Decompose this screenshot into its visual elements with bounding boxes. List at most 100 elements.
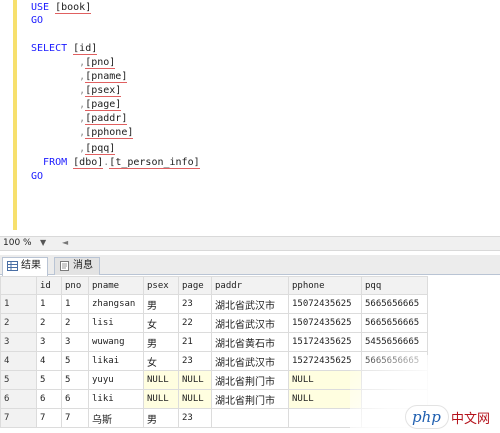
column-header-pphone[interactable]: pphone bbox=[288, 276, 362, 295]
code-line[interactable]: ,[pname] bbox=[31, 70, 128, 84]
grid-cell[interactable]: 1 bbox=[36, 294, 62, 314]
row-number[interactable]: 4 bbox=[0, 351, 37, 371]
code-line[interactable]: FROM [dbo].[t_person_info] bbox=[31, 156, 200, 170]
grid-cell[interactable]: 23 bbox=[178, 408, 212, 428]
grid-cell[interactable]: 5 bbox=[61, 351, 89, 371]
column-header-id[interactable]: id bbox=[36, 276, 62, 295]
zoom-bar: 100 % ▼ ◄ bbox=[0, 236, 500, 251]
grid-cell[interactable]: likai bbox=[88, 351, 144, 371]
grid-cell[interactable]: 23 bbox=[178, 294, 212, 314]
column-header-psex[interactable]: psex bbox=[143, 276, 179, 295]
grid-cell[interactable]: NULL bbox=[178, 370, 212, 390]
row-number[interactable]: 7 bbox=[0, 408, 37, 428]
table-row[interactable]: 3 3 3 wuwang 男 21 湖北省黄石市 15172435625 5455656665 bbox=[0, 332, 428, 352]
table-row[interactable]: 2 2 2 lisi 女 22 湖北省武汉市 15072435625 5665656665 bbox=[0, 313, 428, 333]
grid-cell[interactable]: 湖北省武汉市 bbox=[211, 294, 289, 314]
grid-cell[interactable]: liki bbox=[88, 389, 144, 409]
grid-cell[interactable] bbox=[211, 408, 289, 428]
grid-cell[interactable]: 6 bbox=[61, 389, 89, 409]
code-line[interactable]: ,[pno] bbox=[31, 56, 116, 70]
grid-cell[interactable]: 5455656665 bbox=[361, 332, 428, 352]
grid-cell[interactable]: wuwang bbox=[88, 332, 144, 352]
grid-cell[interactable]: 3 bbox=[61, 332, 89, 352]
grid-cell[interactable]: 15072435625 bbox=[288, 294, 362, 314]
grid-cell[interactable]: 女 bbox=[143, 351, 179, 371]
grid-cell[interactable]: 5 bbox=[36, 370, 62, 390]
grid-cell[interactable]: 湖北省荆门市 bbox=[211, 389, 289, 409]
code-line[interactable]: ,[psex] bbox=[31, 84, 122, 98]
row-number[interactable]: 5 bbox=[0, 370, 37, 390]
sql-identifier: [t_person_info] bbox=[109, 157, 200, 169]
code-line[interactable]: ,[paddr] bbox=[31, 112, 128, 126]
grid-cell[interactable]: 湖北省武汉市 bbox=[211, 351, 289, 371]
scroll-left-icon[interactable]: ◄ bbox=[62, 238, 68, 247]
grid-cell[interactable]: 23 bbox=[178, 351, 212, 371]
grid-icon bbox=[7, 261, 18, 271]
table-row[interactable]: 1 1 1 zhangsan 男 23 湖北省武汉市 15072435625 566565666… bbox=[0, 294, 428, 314]
grid-cell[interactable]: 3 bbox=[36, 332, 62, 352]
tab-results[interactable]: 结果 bbox=[2, 257, 48, 276]
sql-identifier: [pno] bbox=[85, 57, 116, 69]
grid-cell[interactable]: yuyu bbox=[88, 370, 144, 390]
grid-cell[interactable]: 2 bbox=[61, 313, 89, 333]
sql-editor[interactable]: USE [book] GO SELECT [id] ,[pno] ,[pname] … bbox=[0, 0, 500, 230]
code-line[interactable]: SELECT [id] bbox=[31, 42, 98, 56]
chevron-down-icon[interactable]: ▼ bbox=[40, 238, 46, 247]
grid-cell[interactable]: NULL bbox=[143, 370, 179, 390]
sql-keyword: USE bbox=[31, 2, 56, 13]
grid-cell[interactable]: NULL bbox=[178, 389, 212, 409]
code-line[interactable]: ,[page] bbox=[31, 98, 122, 112]
grid-cell[interactable]: 湖北省黄石市 bbox=[211, 332, 289, 352]
grid-cell[interactable]: 5 bbox=[61, 370, 89, 390]
tab-messages[interactable]: 消息 bbox=[54, 257, 100, 275]
row-number[interactable]: 3 bbox=[0, 332, 37, 352]
grid-corner[interactable] bbox=[0, 276, 37, 295]
grid-cell[interactable]: 7 bbox=[61, 408, 89, 428]
row-number[interactable]: 2 bbox=[0, 313, 37, 333]
grid-cell[interactable]: lisi bbox=[88, 313, 144, 333]
code-line[interactable]: GO bbox=[31, 14, 43, 28]
grid-cell[interactable]: NULL bbox=[143, 389, 179, 409]
grid-cell[interactable]: 湖北省武汉市 bbox=[211, 313, 289, 333]
grid-cell[interactable]: 1 bbox=[61, 294, 89, 314]
zoom-level[interactable]: 100 % bbox=[3, 238, 32, 248]
row-number[interactable]: 1 bbox=[0, 294, 37, 314]
grid-cell[interactable]: 7 bbox=[36, 408, 62, 428]
grid-cell[interactable]: 15072435625 bbox=[288, 313, 362, 333]
grid-cell[interactable]: 21 bbox=[178, 332, 212, 352]
grid-cell[interactable]: 15172435625 bbox=[288, 332, 362, 352]
grid-cell[interactable]: 女 bbox=[143, 313, 179, 333]
column-header-paddr[interactable]: paddr bbox=[211, 276, 289, 295]
grid-cell[interactable]: 男 bbox=[143, 408, 179, 428]
grid-cell[interactable]: 5665656665 bbox=[361, 294, 428, 314]
grid-cell[interactable]: 2 bbox=[36, 313, 62, 333]
column-header-pno[interactable]: pno bbox=[61, 276, 89, 295]
code-line[interactable]: ,[pqq] bbox=[31, 142, 116, 156]
grid-cell[interactable]: 乌斯 bbox=[88, 408, 144, 428]
editor-gutter bbox=[0, 0, 12, 230]
grid-cell[interactable]: zhangsan bbox=[88, 294, 144, 314]
column-header-pqq[interactable]: pqq bbox=[361, 276, 428, 295]
sql-identifier: [pqq] bbox=[85, 143, 116, 155]
grid-cell[interactable]: 湖北省荆门市 bbox=[211, 370, 289, 390]
grid-cell[interactable]: 男 bbox=[143, 332, 179, 352]
sql-keyword: GO bbox=[31, 171, 44, 182]
code-line[interactable]: GO bbox=[31, 170, 43, 184]
code-line[interactable]: USE [book] bbox=[31, 1, 92, 15]
grid-cell[interactable]: 22 bbox=[178, 313, 212, 333]
grid-cell[interactable]: 5665656665 bbox=[361, 313, 428, 333]
row-number[interactable]: 6 bbox=[0, 389, 37, 409]
grid-cell[interactable]: 4 bbox=[36, 351, 62, 371]
grid-cell[interactable]: 男 bbox=[143, 294, 179, 314]
column-header-page[interactable]: page bbox=[178, 276, 212, 295]
column-header-pname[interactable]: pname bbox=[88, 276, 144, 295]
sql-identifier: [dbo] bbox=[73, 157, 104, 169]
grid-cell[interactable]: 6 bbox=[36, 389, 62, 409]
sql-identifier: [pphone] bbox=[85, 127, 134, 139]
code-line[interactable]: ,[pphone] bbox=[31, 126, 134, 140]
tab-results-label: 结果 bbox=[21, 260, 41, 271]
